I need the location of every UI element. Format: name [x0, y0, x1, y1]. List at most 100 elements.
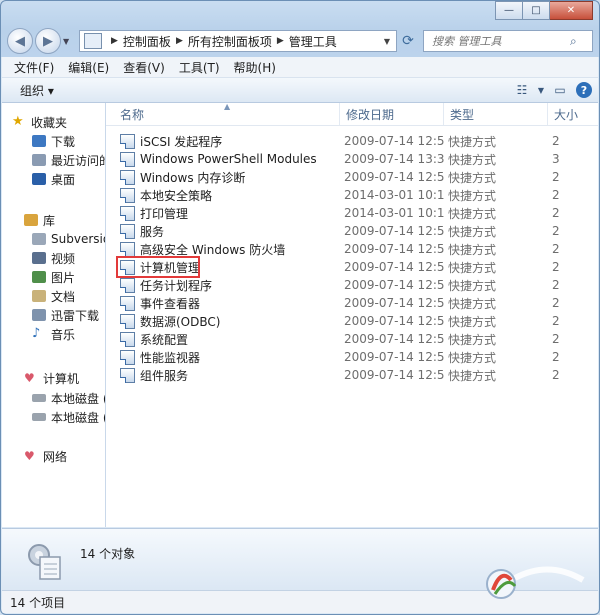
file-size: 2 [552, 314, 560, 328]
file-name-cell[interactable]: Windows 内存诊断 [120, 168, 338, 186]
forward-arrow-icon: ▶ [43, 33, 53, 49]
nav-item-music[interactable]: ♪ 音乐 [32, 325, 75, 343]
nav-item-downloads[interactable]: 下载 [32, 132, 75, 150]
menu-help[interactable]: 帮助(H) [234, 59, 276, 76]
menu-file[interactable]: 文件(F) [14, 59, 54, 76]
nav-item-label: Subversion [51, 232, 105, 246]
nav-item-disk-c[interactable]: 本地磁盘 (C [32, 389, 105, 407]
file-date: 2014-03-01 10:15 [344, 206, 444, 220]
file-name-cell[interactable]: 组件服务 [120, 366, 338, 384]
library-icon [24, 214, 38, 226]
address-dropdown[interactable]: ▼ [378, 37, 396, 46]
nav-library[interactable]: 库 [24, 211, 55, 229]
nav-item-videos[interactable]: 视频 [32, 249, 75, 267]
nav-item-subversion[interactable]: Subversion [32, 230, 105, 248]
file-name-cell[interactable]: 性能监视器 [120, 348, 338, 366]
file-row[interactable]: Windows PowerShell Modules 2009-07-14 13:… [106, 150, 598, 168]
organize-button[interactable]: 组织 ▾ [20, 82, 54, 99]
file-date: 2009-07-14 12:53 [344, 314, 444, 328]
file-date: 2009-07-14 12:57 [344, 368, 444, 382]
file-name-cell[interactable]: 打印管理 [120, 204, 338, 222]
file-size: 2 [552, 296, 560, 310]
desktop-icon [32, 173, 46, 185]
nav-item-disk-d[interactable]: 本地磁盘 (D [32, 408, 105, 426]
breadcrumb-separator[interactable]: ▶ [277, 36, 284, 46]
file-date: 2009-07-14 12:53 [344, 350, 444, 364]
breadcrumb-admin-tools[interactable]: 管理工具 [289, 33, 337, 50]
file-name-cell[interactable]: Windows PowerShell Modules [120, 150, 338, 168]
file-row[interactable]: 数据源(ODBC) 2009-07-14 12:53 快捷方式 2 [106, 312, 598, 330]
nav-computer[interactable]: ♥ 计算机 [24, 369, 79, 387]
file-row[interactable]: 任务计划程序 2009-07-14 12:54 快捷方式 2 [106, 276, 598, 294]
forward-button[interactable]: ▶ [35, 28, 61, 54]
file-name-cell[interactable]: 本地安全策略 [120, 186, 338, 204]
breadcrumb-control-panel[interactable]: 控制面板 [123, 33, 171, 50]
recent-places-icon [32, 154, 46, 166]
nav-item-recent[interactable]: 最近访问的 [32, 151, 105, 169]
file-row[interactable]: Windows 内存诊断 2009-07-14 12:53 快捷方式 2 [106, 168, 598, 186]
nav-item-xunlei[interactable]: 迅雷下载 [32, 306, 99, 324]
breadcrumb-separator[interactable]: ▶ [176, 36, 183, 46]
recent-pages-dropdown[interactable]: ▼ [63, 37, 75, 46]
file-name-cell[interactable]: 任务计划程序 [120, 276, 338, 294]
file-list: 名称 ▲ 修改日期 类型 大小 iSCSI 发起程序 2009-07-14 12:… [106, 103, 598, 527]
help-icon[interactable]: ? [576, 82, 592, 98]
search-box[interactable]: ⌕ [423, 30, 593, 52]
view-dropdown-icon[interactable]: ▼ [536, 81, 546, 99]
nav-item-pictures[interactable]: 图片 [32, 268, 75, 286]
file-name: 数据源(ODBC) [140, 314, 221, 329]
nav-item-documents[interactable]: 文档 [32, 287, 75, 305]
file-name-cell[interactable]: 系统配置 [120, 330, 338, 348]
file-name-cell[interactable]: 事件查看器 [120, 294, 338, 312]
minimize-button[interactable]: — [495, 1, 523, 20]
file-row[interactable]: 事件查看器 2009-07-14 12:54 快捷方式 2 [106, 294, 598, 312]
nav-favorites[interactable]: ★ 收藏夹 [12, 113, 67, 131]
column-date[interactable]: 修改日期 [340, 103, 444, 125]
command-toolbar: 组织 ▾ ☷ ▼ ▭ ? [2, 78, 598, 103]
column-size[interactable]: 大小 [548, 103, 598, 125]
column-header: 名称 ▲ 修改日期 类型 大小 [106, 103, 598, 126]
refresh-icon: ⟳ [402, 33, 414, 49]
file-size: 2 [552, 134, 560, 148]
file-row[interactable]: 系统配置 2009-07-14 12:53 快捷方式 2 [106, 330, 598, 348]
file-type: 快捷方式 [448, 260, 497, 275]
search-input[interactable] [430, 33, 570, 49]
view-options-icon[interactable]: ☷ [512, 81, 532, 99]
shortcut-icon [120, 169, 135, 185]
search-icon[interactable]: ⌕ [570, 34, 588, 49]
column-type[interactable]: 类型 [444, 103, 548, 125]
menu-view[interactable]: 查看(V) [123, 59, 165, 76]
file-name-cell[interactable]: iSCSI 发起程序 [120, 132, 338, 150]
file-row[interactable]: iSCSI 发起程序 2009-07-14 12:54 快捷方式 2 [106, 132, 598, 150]
file-size: 2 [552, 278, 560, 292]
breadcrumb-separator[interactable]: ▶ [111, 36, 118, 46]
file-name-cell[interactable]: 服务 [120, 222, 338, 240]
file-name-cell[interactable]: 数据源(ODBC) [120, 312, 338, 330]
back-button[interactable]: ◀ [7, 28, 33, 54]
file-type: 快捷方式 [448, 206, 497, 221]
file-name: 系统配置 [140, 332, 189, 347]
file-row[interactable]: 组件服务 2009-07-14 12:57 快捷方式 2 [106, 366, 598, 384]
close-button[interactable]: ✕ [550, 1, 593, 20]
file-row[interactable]: 打印管理 2014-03-01 10:15 快捷方式 2 [106, 204, 598, 222]
file-name: iSCSI 发起程序 [140, 134, 223, 149]
file-row[interactable]: 性能监视器 2009-07-14 12:53 快捷方式 2 [106, 348, 598, 366]
address-bar[interactable]: ▶ 控制面板 ▶ 所有控制面板项 ▶ 管理工具 ▼ [79, 30, 397, 52]
admin-tools-icon [28, 544, 61, 580]
file-type: 快捷方式 [448, 278, 497, 293]
file-row[interactable]: 服务 2009-07-14 12:54 快捷方式 2 [106, 222, 598, 240]
preview-pane-icon[interactable]: ▭ [550, 81, 570, 99]
nav-network[interactable]: ♥ 网络 [24, 447, 67, 465]
navigation-row: ◀ ▶ ▼ ▶ 控制面板 ▶ 所有控制面板项 ▶ 管理工具 ▼ ⟳ ⌕ [7, 27, 593, 55]
shortcut-icon [120, 331, 135, 347]
refresh-button[interactable]: ⟳ [397, 30, 419, 52]
menu-edit[interactable]: 编辑(E) [68, 59, 109, 76]
menu-tools[interactable]: 工具(T) [179, 59, 220, 76]
breadcrumb-all-items[interactable]: 所有控制面板项 [188, 33, 272, 50]
file-size: 2 [552, 242, 560, 256]
nav-item-desktop[interactable]: 桌面 [32, 170, 75, 188]
maximize-button[interactable]: □ [523, 1, 550, 20]
file-row[interactable]: 本地安全策略 2014-03-01 10:15 快捷方式 2 [106, 186, 598, 204]
file-name: Windows 内存诊断 [140, 170, 246, 185]
file-type: 快捷方式 [448, 332, 497, 347]
